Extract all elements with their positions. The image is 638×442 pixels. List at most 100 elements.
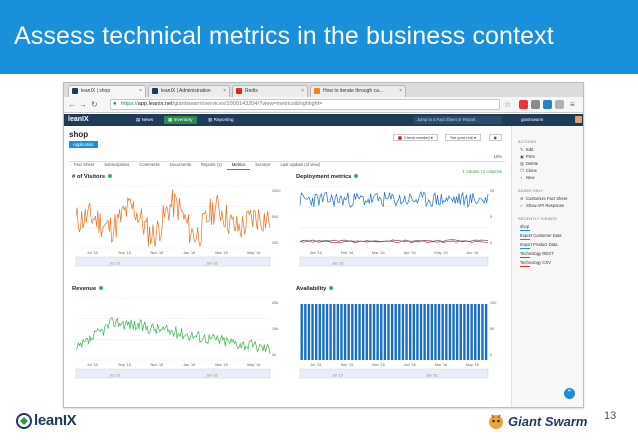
deployments-chart[interactable]: Jan '16 Feb '16 Mar '16 Apr '16 May '16 Jun '… [296,174,504,270]
subtab-metrics[interactable]: Metrics [226,161,251,170]
right-sidebar: ACTIONS ✎ Edit ▣ Print ▥ Delete ❐ Clone + New… [511,126,583,407]
user-name: giantswarm [521,117,544,122]
recent-item[interactable]: Technology REST [520,251,554,258]
availability-bar [390,304,394,360]
recent-item[interactable]: shop [520,224,530,231]
action-customize[interactable]: ⚙ Customize Fact Sheet [520,196,567,201]
y-tick-label: 2500 [272,189,280,193]
x-tick-label: Jan '16 [310,251,322,255]
availability-bar [300,304,303,360]
check-needed-button[interactable]: Check needed ▾ [392,134,438,141]
giant-swarm-logo-text: Giant Swarm [508,413,588,429]
close-tab-icon[interactable]: × [399,86,402,96]
action-clone[interactable]: ❐ Clone [520,168,537,173]
nav-label: News [141,117,154,122]
admin-header: ADMIN ONLY [518,189,544,193]
recent-type-bar [520,266,530,267]
leanix-logo-text: leanIX [34,412,77,430]
recent-type-bar [520,230,530,231]
availability-bar [307,304,311,360]
subtab-subscriptions[interactable]: Subscriptions [99,161,134,169]
x-tick-label: Mar '16 [215,363,228,367]
forward-icon[interactable]: → [79,100,87,109]
availability-bar [405,304,408,360]
extension-icon[interactable] [543,100,552,109]
availability-bar [398,304,401,360]
chat-help-button[interactable]: ❞ [564,388,575,399]
availability-bar [340,304,343,360]
x-tick-label: Jul '15 [87,251,98,255]
subtab-documents[interactable]: Documents [165,161,196,169]
close-tab-icon[interactable]: × [139,86,142,96]
back-icon[interactable]: ← [68,100,76,109]
availability-bar [427,304,430,360]
nav-news[interactable]: ▤ News [132,116,157,124]
action-api-response[interactable]: ‹› Show API Response [520,203,564,208]
availability-bar [430,304,434,360]
star-icon[interactable]: ☆ [504,100,511,109]
subtab-last-update[interactable]: Last Update (of view) [275,161,325,169]
subtab-fact-sheet[interactable]: Fact Sheet [69,161,99,169]
watch-button[interactable]: ◉ [488,134,502,141]
navigator-tick-label: Jul '15 [332,374,342,378]
x-tick-label: Jan '16 [183,251,195,255]
actions-header: ACTIONS [518,140,537,144]
url-scheme: https:// [121,101,138,107]
y-tick-label: 100 [490,301,496,305]
availability-bar [434,304,437,360]
availability-bar [311,304,314,360]
availability-bar [474,304,477,360]
app-logo[interactable]: leanIX [68,115,89,125]
extension-adblock-icon[interactable] [519,100,528,109]
action-delete[interactable]: ▥ Delete [520,161,538,166]
availability-bar [466,304,470,360]
nav-inventory[interactable]: ▦ Inventory [164,116,197,124]
revenue-chart[interactable]: Jul '15 Sep '15 Nov '15 Jan '16 Mar '16 May '… [72,286,286,382]
completion-percent: 15% [493,154,502,159]
subtab-reports[interactable]: Reports (1) [196,161,227,169]
code-icon: ‹› [520,203,523,208]
recent-item[interactable]: Import Product Data [520,242,557,249]
navigator-tick-label: Jul '15 [110,262,120,266]
availability-bar [477,304,481,360]
subtab-comments[interactable]: Comments [134,161,164,169]
action-new[interactable]: + New [520,175,534,180]
avatar[interactable] [575,116,582,123]
navigator-tick-label: Jan '16 [426,374,437,378]
availability-bar [445,304,448,360]
menu-icon[interactable]: ≡ [570,100,575,109]
action-label: Edit [526,147,534,152]
recent-header: RECENTLY VIEWED [518,217,557,221]
browser-tab-shop[interactable]: leanIX | shop × [68,85,146,97]
extension-icon[interactable] [555,100,564,109]
recent-item[interactable]: Export Customer Data [520,233,561,240]
availability-bar [304,304,307,360]
browser-tab-stackoverflow[interactable]: How to iterate through ca... × [310,85,406,97]
visitors-chart[interactable]: Jul '15 Sep '15 Nov '15 Jan '16 Mar '16 May '… [72,174,286,270]
action-edit[interactable]: ✎ Edit [520,147,533,152]
availability-bar [463,304,466,360]
leanix-logo: leanIX [16,412,77,430]
recent-label: shop [520,224,530,229]
x-tick-label: May '16 [247,251,260,255]
availability-chart[interactable]: Jul '15 Sep '15 Nov '15 Jan '16 Mar '16 May '… [296,286,504,382]
jump-search-input[interactable]: Jump to a Fact Sheet or Report [414,116,502,124]
availability-bar [380,304,383,360]
reload-icon[interactable]: ↻ [91,100,98,109]
nav-reporting[interactable]: ▥ Reporting [204,116,238,124]
nav-label: Reporting [213,117,234,122]
browser-tab-administration[interactable]: leanIX | Administration × [148,85,230,97]
set-role-button[interactable]: Set your role ▾ [445,134,482,141]
address-field[interactable]: ● https://app.leanix.net/giantswarm/serv… [110,99,500,110]
action-print[interactable]: ▣ Print [520,154,535,159]
y-tick-label: 25k [272,301,278,305]
extension-icon[interactable] [531,100,540,109]
subtab-surveys[interactable]: Surveys [250,161,275,169]
close-tab-icon[interactable]: × [223,86,226,96]
x-tick-label: Mar '16 [215,251,228,255]
stackoverflow-favicon-icon [314,88,320,94]
browser-tab-redis[interactable]: Redis × [232,85,308,97]
close-tab-icon[interactable]: × [301,86,304,96]
user-menu[interactable]: giantswarm [511,114,583,126]
recent-item[interactable]: Technology CSV [520,260,551,267]
